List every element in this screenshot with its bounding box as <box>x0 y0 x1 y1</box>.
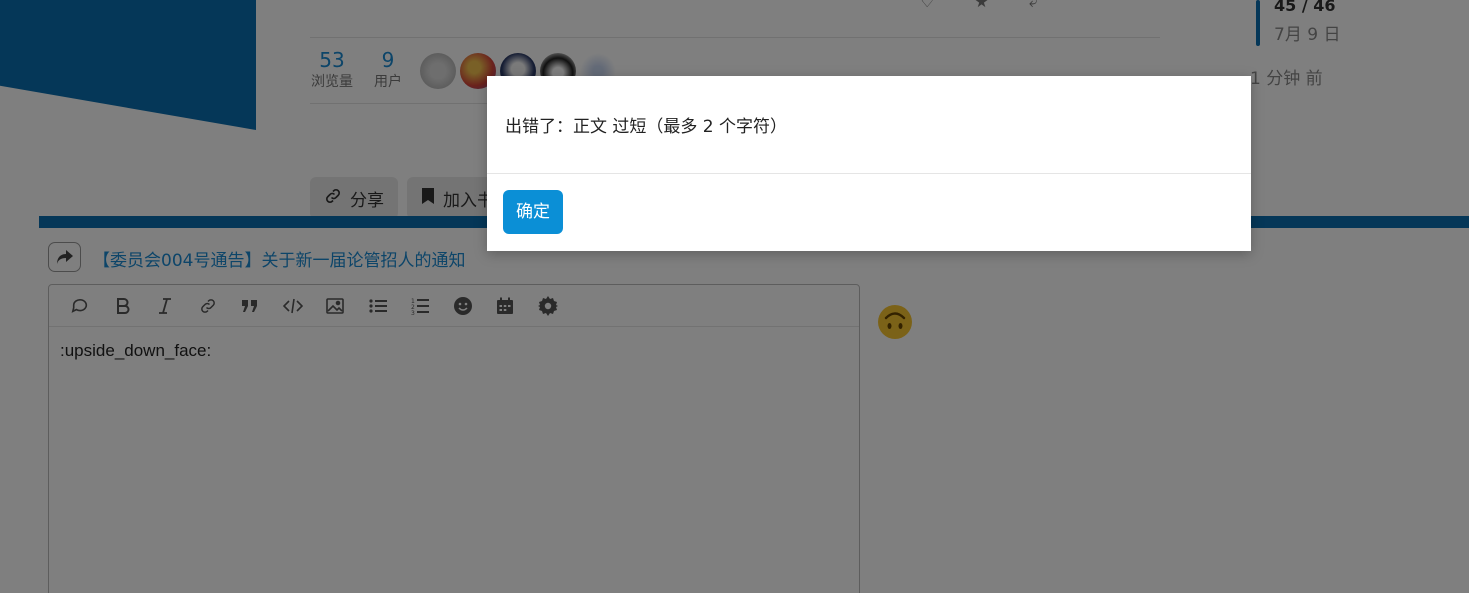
dialog-body: 出错了：正文 过短（最多 2 个字符） <box>487 76 1251 174</box>
dialog-message: 出错了：正文 过短（最多 2 个字符） <box>505 117 788 137</box>
ok-button[interactable]: 确定 <box>503 190 563 234</box>
error-dialog: 出错了：正文 过短（最多 2 个字符） 确定 <box>487 76 1251 251</box>
dialog-footer: 确定 <box>487 174 1251 250</box>
